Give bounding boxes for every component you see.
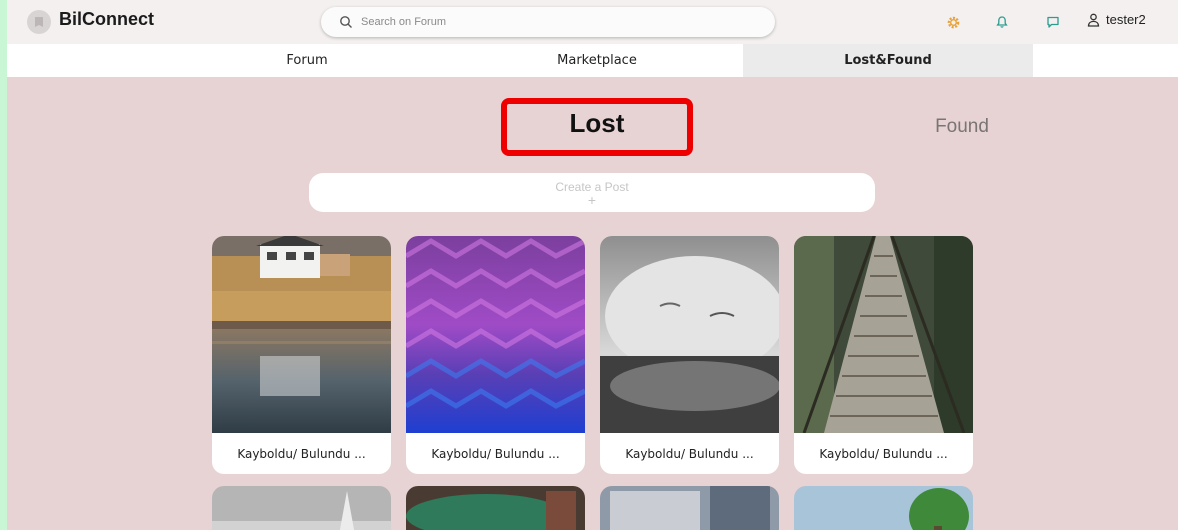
building-image (600, 486, 779, 530)
post-card[interactable]: Kayboldu/ Bulundu ... (600, 236, 779, 474)
found-filter-button[interactable]: Found (907, 116, 1017, 138)
post-card[interactable] (212, 486, 391, 530)
post-card[interactable] (406, 486, 585, 530)
tab-lost-and-found[interactable]: Lost&Found (743, 44, 1033, 77)
search-icon (340, 16, 352, 28)
brand-name[interactable]: BilConnect (59, 9, 154, 30)
post-card[interactable] (600, 486, 779, 530)
post-caption: Kayboldu/ Bulundu ... (625, 446, 754, 461)
app-window: BilConnect Search on Forum tester2 Forum… (7, 0, 1178, 530)
plus-icon: + (587, 192, 597, 208)
purple-knit-fabric-image (406, 236, 585, 433)
create-post-button[interactable]: Create a Post + (309, 173, 875, 212)
user-icon (1087, 13, 1100, 27)
post-card[interactable]: Kayboldu/ Bulundu ... (794, 236, 973, 474)
post-card[interactable] (794, 486, 973, 530)
settings-gear-icon[interactable] (944, 13, 962, 31)
bell-icon[interactable] (993, 13, 1011, 31)
post-caption: Kayboldu/ Bulundu ... (431, 446, 560, 461)
sleeping-cat-image (600, 236, 779, 433)
post-card[interactable]: Kayboldu/ Bulundu ... (212, 236, 391, 474)
tab-forum[interactable]: Forum (162, 44, 452, 77)
post-caption: Kayboldu/ Bulundu ... (819, 446, 948, 461)
lost-filter-button[interactable]: Lost (501, 108, 693, 139)
rope-bridge-image (794, 236, 973, 433)
user-menu[interactable]: tester2 (1087, 12, 1146, 27)
tab-marketplace[interactable]: Marketplace (452, 44, 742, 77)
tree-sky-image (794, 486, 973, 530)
chat-icon[interactable] (1044, 13, 1062, 31)
username: tester2 (1106, 12, 1146, 27)
snowy-tree-image (212, 486, 391, 530)
lakeside-house-image (212, 236, 391, 433)
post-caption: Kayboldu/ Bulundu ... (237, 446, 366, 461)
logo-icon[interactable] (27, 10, 51, 34)
search-input[interactable] (361, 16, 741, 28)
top-bar: BilConnect Search on Forum tester2 (7, 0, 1178, 44)
main-nav: Forum Marketplace Lost&Found (7, 44, 1178, 77)
search-bar[interactable] (321, 7, 775, 37)
post-card[interactable]: Kayboldu/ Bulundu ... (406, 236, 585, 474)
green-car-image (406, 486, 585, 530)
